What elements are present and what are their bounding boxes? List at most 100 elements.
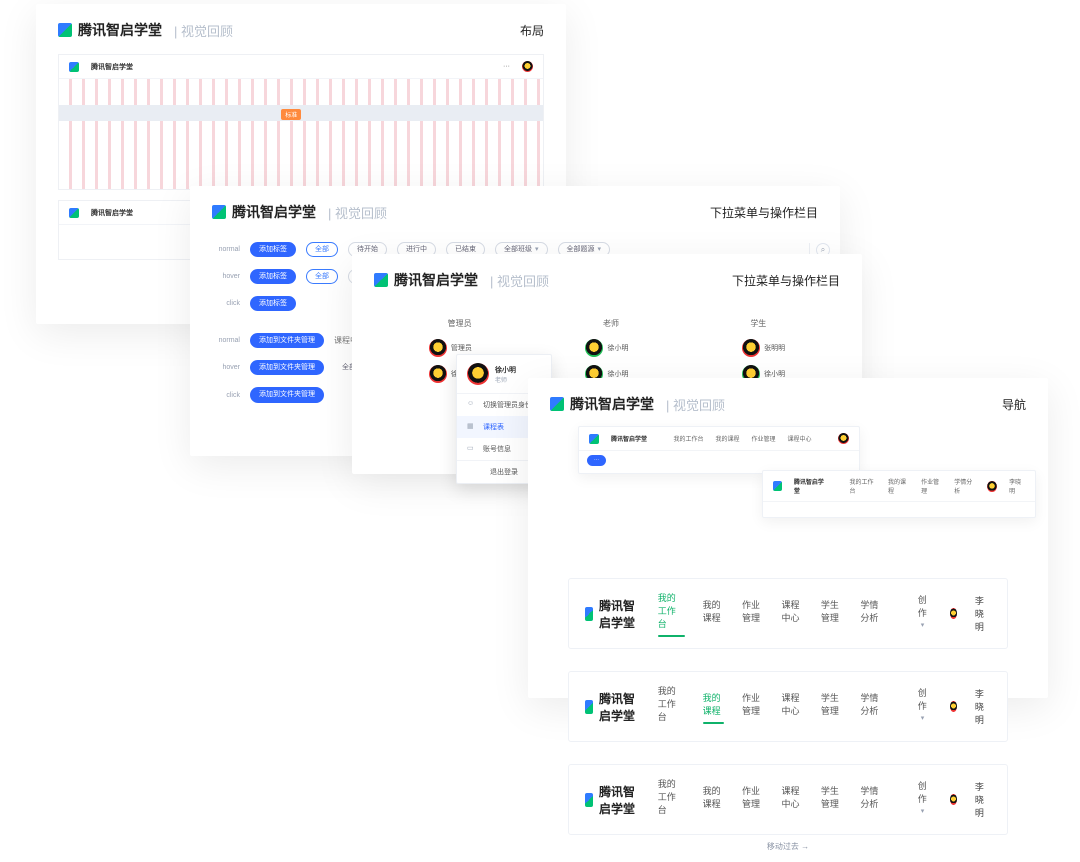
nav-homework[interactable]: 作业管理 <box>742 598 763 630</box>
nav-actions[interactable]: 创作 <box>918 779 933 821</box>
brand-mark-icon <box>212 205 226 219</box>
bignav-row-3: 腾讯智启学堂 我的工作台 我的课程 作业管理 课程中心 学生管理 学情分析 创作… <box>568 764 1008 835</box>
person-student[interactable]: 张明明 <box>742 339 785 357</box>
role-admin: 管理员 <box>448 318 472 329</box>
avatar-icon <box>429 339 447 357</box>
brand-mark-icon <box>69 62 79 72</box>
card2-crumb: 下拉菜单与操作栏目 <box>710 204 818 221</box>
nav-course-center[interactable]: 课程中心 <box>781 784 802 816</box>
card-nav: 腾讯智启学堂 | 视觉回顾 导航 腾讯智启学堂 我的工作台 我的课程 作业管理 … <box>528 378 1048 698</box>
nav-mycourse[interactable]: 我的课程 <box>703 598 724 630</box>
pill-primary[interactable]: 添加标签 <box>250 242 296 257</box>
avatar-icon <box>429 365 447 383</box>
nav-actions[interactable]: 创作 <box>918 686 933 728</box>
brand-name: 腾讯智启学堂 <box>599 597 640 631</box>
role-people-row1: 管理员 徐小明 张明明 <box>352 335 862 361</box>
layout-mockup-topbar: 腾讯智启学堂 ··· <box>59 55 543 79</box>
avatar-icon <box>987 481 997 492</box>
move-hint: 移动过去 → <box>568 841 1008 852</box>
layout-chip: 标准 <box>281 109 301 120</box>
avatar-icon[interactable] <box>950 794 957 805</box>
avatar-icon <box>467 363 489 385</box>
brand-mark-icon <box>589 434 599 444</box>
brand-mark-icon <box>585 607 593 621</box>
subtitle: | 视觉回顾 <box>666 395 725 414</box>
brand: 腾讯智启学堂 | 视觉回顾 <box>374 270 549 290</box>
pill-all[interactable]: 全部 <box>306 242 338 257</box>
layout-mockup: 腾讯智启学堂 ··· 标准 <box>58 54 544 190</box>
nav-homework[interactable]: 作业管理 <box>742 784 763 816</box>
nav-user[interactable]: 李晓明 <box>975 780 991 819</box>
avatar-icon[interactable] <box>950 701 957 712</box>
brand-name: 腾讯智启学堂 <box>78 20 162 40</box>
calendar-icon: ▦ <box>467 422 477 432</box>
card3-crumb: 下拉菜单与操作栏目 <box>732 272 840 289</box>
brand-name: 腾讯智启学堂 <box>599 783 640 817</box>
brand-mark-icon <box>69 208 79 218</box>
avatar-icon <box>838 433 849 444</box>
nav-workbench[interactable]: 我的工作台 <box>658 684 685 729</box>
nav-analysis[interactable]: 学情分析 <box>860 691 881 723</box>
nav-actions[interactable]: 创作 <box>918 593 933 635</box>
avatar-icon <box>742 339 760 357</box>
card1-crumb: 布局 <box>520 22 544 39</box>
dropdown-role: 老师 <box>495 375 516 384</box>
brand-name: 腾讯智启学堂 <box>570 394 654 414</box>
nav-mycourse[interactable]: 我的课程 <box>703 691 724 723</box>
subtitle: | 视觉回顾 <box>490 271 549 290</box>
subtitle: | 视觉回顾 <box>328 203 387 222</box>
mini-shot-2: 腾讯智启学堂 我的工作台 我的课程 作业管理 学情分析 李晓明 <box>762 470 1036 518</box>
nav-student[interactable]: 学生管理 <box>821 784 842 816</box>
nav-student[interactable]: 学生管理 <box>821 691 842 723</box>
id-card-icon: ▭ <box>467 444 477 454</box>
brand-mark-icon <box>374 273 388 287</box>
nav-course-center[interactable]: 课程中心 <box>781 598 802 630</box>
brand-mark-icon <box>585 700 593 714</box>
avatar-icon[interactable] <box>950 608 957 619</box>
brand-mark-icon <box>58 23 72 37</box>
person-teacher[interactable]: 徐小明 <box>585 339 628 357</box>
state-label-hover: hover <box>200 273 240 280</box>
brand-name: 腾讯智启学堂 <box>394 270 478 290</box>
layout-grid-stripes: 标准 <box>59 79 543 189</box>
card4-crumb: 导航 <box>1002 396 1026 413</box>
subtitle: | 视觉回顾 <box>174 21 233 40</box>
brand: 腾讯智启学堂 | 视觉回顾 <box>550 394 725 414</box>
avatar-icon <box>585 339 603 357</box>
brand-name: 腾讯智启学堂 <box>599 690 640 724</box>
avatar-icon <box>522 61 533 72</box>
nav-course-center[interactable]: 课程中心 <box>781 691 802 723</box>
brand: 腾讯智启学堂 | 视觉回顾 <box>58 20 233 40</box>
role-headers: 管理员 老师 学生 <box>352 304 862 335</box>
brand-name: 腾讯智启学堂 <box>91 62 133 72</box>
nav-user[interactable]: 李晓明 <box>975 687 991 726</box>
state-label-click: click <box>200 300 240 307</box>
pill-primary[interactable]: 添加标签 <box>250 269 296 284</box>
bignav-row-1: 腾讯智启学堂 我的工作台 我的课程 作业管理 课程中心 学生管理 学情分析 创作… <box>568 578 1008 649</box>
nav-homework[interactable]: 作业管理 <box>742 691 763 723</box>
brand-mark-icon <box>585 793 593 807</box>
nav-workbench[interactable]: 我的工作台 <box>658 777 685 822</box>
nav-analysis[interactable]: 学情分析 <box>860 598 881 630</box>
brand-mark-icon <box>550 397 564 411</box>
nav-student[interactable]: 学生管理 <box>821 598 842 630</box>
mini-shot-1: 腾讯智启学堂 我的工作台 我的课程 作业管理 课程中心 ··· <box>578 426 860 474</box>
nav-mycourse[interactable]: 我的课程 <box>703 784 724 816</box>
pill-nav-primary[interactable]: 添加到文件夹管理 <box>250 360 324 375</box>
pill-nav-primary[interactable]: 添加到文件夹管理 <box>250 387 324 402</box>
role-teacher: 老师 <box>603 318 619 329</box>
brand-name: 腾讯智启学堂 <box>232 202 316 222</box>
dropdown-username: 徐小明 <box>495 365 516 375</box>
nav-workbench[interactable]: 我的工作台 <box>658 591 685 636</box>
role-student: 学生 <box>750 318 766 329</box>
state-label-normal: normal <box>200 246 240 253</box>
nav-analysis[interactable]: 学情分析 <box>860 784 881 816</box>
nav-user[interactable]: 李晓明 <box>975 594 991 633</box>
person-icon: ☺ <box>467 400 477 410</box>
brand: 腾讯智启学堂 | 视觉回顾 <box>212 202 387 222</box>
pill-all[interactable]: 全部 <box>306 269 338 284</box>
pill-nav-primary[interactable]: 添加到文件夹管理 <box>250 333 324 348</box>
pill-primary[interactable]: 添加标签 <box>250 296 296 311</box>
arrow-right-icon: → <box>801 842 809 851</box>
brand-mark-icon <box>773 481 782 491</box>
